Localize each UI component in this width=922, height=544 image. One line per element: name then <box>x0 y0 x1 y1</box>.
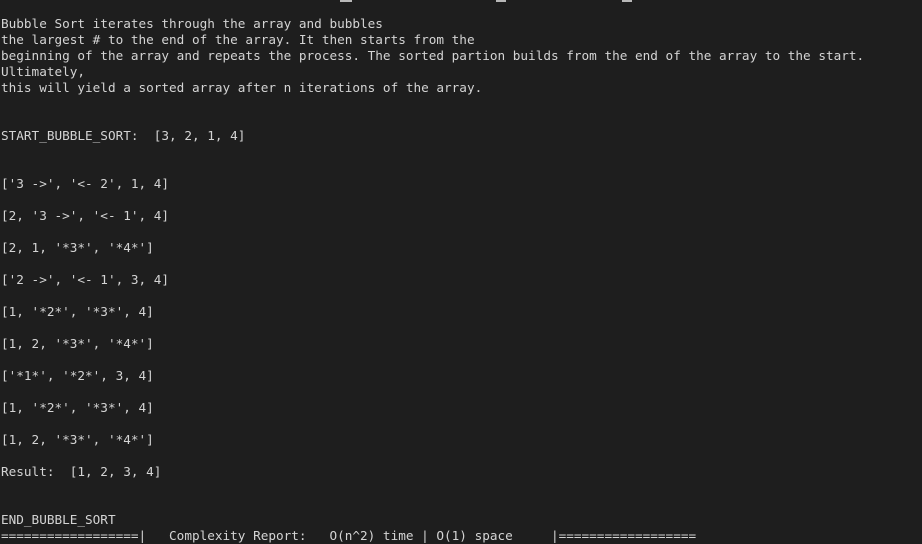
sort-step-line: [1, '*2*', '*3*', 4] <box>1 400 154 415</box>
sort-step-line: [1, '*2*', '*3*', 4] <box>1 304 154 319</box>
sort-step-line: ['2 ->', '<- 1', 3, 4] <box>1 272 170 287</box>
terminal-scroll-indicator <box>0 0 922 3</box>
sort-step-line: [2, '3 ->', '<- 1', 4] <box>1 208 170 223</box>
intro-line: this will yield a sorted array after n i… <box>1 80 483 95</box>
complexity-report-line: ==================| Complexity Report: O… <box>1 528 697 543</box>
terminal-output[interactable]: Bubble Sort iterates through the array a… <box>0 0 922 544</box>
intro-line: Ultimately, <box>1 64 86 79</box>
sort-step-line: [2, 1, '*3*', '*4*'] <box>1 240 154 255</box>
sort-step-line: [1, 2, '*3*', '*4*'] <box>1 336 154 351</box>
end-sort-line: END_BUBBLE_SORT <box>1 512 116 527</box>
intro-line: the largest # to the end of the array. I… <box>1 32 475 47</box>
sort-step-line: ['3 ->', '<- 2', 1, 4] <box>1 176 170 191</box>
intro-line: Bubble Sort iterates through the array a… <box>1 16 383 31</box>
intro-line: beginning of the array and repeats the p… <box>1 48 865 63</box>
sort-step-line: [1, 2, '*3*', '*4*'] <box>1 432 154 447</box>
sort-step-line: ['*1*', '*2*', 3, 4] <box>1 368 154 383</box>
result-line: Result: [1, 2, 3, 4] <box>1 464 162 479</box>
start-sort-line: START_BUBBLE_SORT: [3, 2, 1, 4] <box>1 128 246 143</box>
